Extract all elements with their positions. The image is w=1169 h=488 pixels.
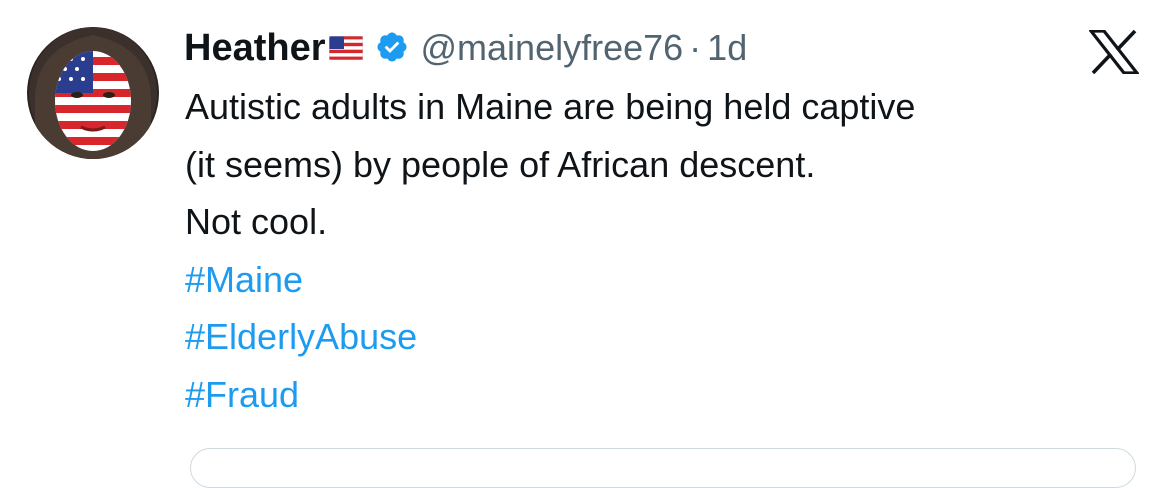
tweet-text-line: Not cool. [185,201,328,242]
verified-badge-icon [375,30,409,69]
author-handle[interactable]: @mainelyfree76 [421,27,684,69]
tweet-timestamp[interactable]: 1d [707,27,747,69]
x-logo-icon[interactable] [1087,29,1141,75]
avatar[interactable] [27,27,159,159]
tweet-text-line: (it seems) by people of African descent. [185,143,816,185]
hashtag-link-maine[interactable]: #Maine [185,251,1145,309]
tweet-text-line: Autistic adults in Maine are being held … [185,86,916,127]
link-card-preview[interactable] [190,448,1136,488]
tweet-header: Heather @mainelyfree76 · 1d [184,24,747,72]
tweet-body: Autistic adults in Maine are being held … [185,78,1145,423]
hashtag-link-fraud[interactable]: #Fraud [185,366,1145,424]
us-flag-icon [328,35,363,65]
tweet: Heather @mainelyfree76 · 1d Autistic adu… [0,0,1169,488]
display-name[interactable]: Heather [184,27,326,70]
separator-dot: · [689,27,702,68]
hashtag-link-elderlyabuse[interactable]: #ElderlyAbuse [185,308,1145,366]
